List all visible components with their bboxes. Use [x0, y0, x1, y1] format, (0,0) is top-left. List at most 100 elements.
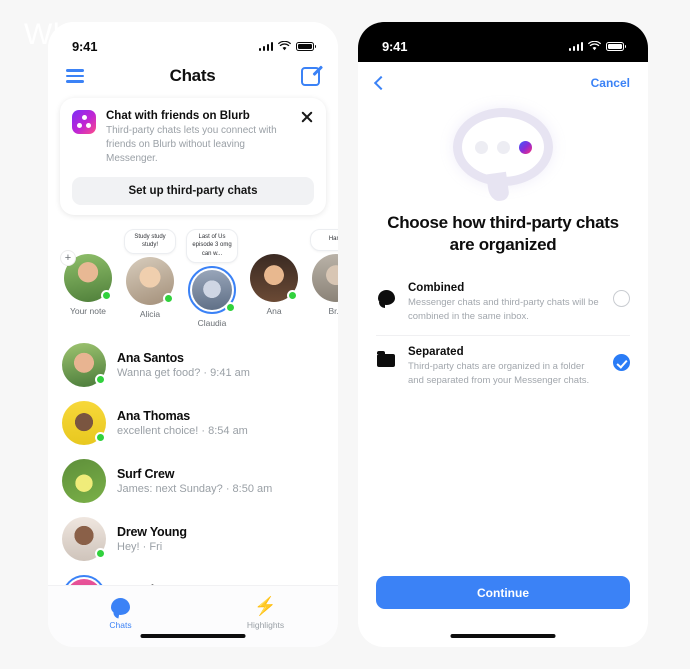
- left-phone-header: Chats: [48, 62, 338, 98]
- story-label: Ana: [266, 305, 282, 316]
- chat-preview: Wanna get food? · 9:41 am: [117, 366, 250, 379]
- options-list: Combined Messenger chats and third-party…: [358, 256, 648, 398]
- battery-icon: [606, 41, 627, 51]
- chat-list-item[interactable]: Drew Young Hey! · Fri: [48, 510, 338, 568]
- chat-name: Surf Crew: [117, 466, 175, 481]
- online-indicator: [101, 289, 112, 301]
- banner-description: Third-party chats lets you connect with …: [106, 125, 277, 165]
- banner-text-block: Chat with friends on Blurb Third-party c…: [106, 110, 290, 167]
- left-status-bar: 9:41: [48, 22, 338, 62]
- battery-icon: [296, 41, 317, 51]
- avatar-image: [62, 458, 106, 503]
- option-description: Third-party chats are organized in a fol…: [408, 360, 590, 386]
- banner-top-row: Chat with friends on Blurb Third-party c…: [72, 110, 314, 167]
- avatar: [62, 400, 106, 445]
- story-note-bubble: Hang: [310, 228, 338, 251]
- avatar-wrap: [126, 256, 174, 305]
- chat-list-item[interactable]: Surf Crew James: next Sunday? · 8:50 am: [48, 452, 338, 510]
- story-your-note[interactable]: + Your note: [60, 229, 114, 316]
- status-icons: [568, 41, 627, 51]
- hamburger-menu-icon[interactable]: [66, 69, 84, 83]
- story-label: Claudia: [197, 317, 227, 328]
- add-story-icon[interactable]: +: [60, 249, 76, 266]
- chat-name: Drew Young: [117, 524, 187, 539]
- story-label: Br...: [328, 305, 338, 316]
- avatar: [62, 342, 106, 387]
- back-chevron-icon[interactable]: [373, 75, 389, 91]
- option-separated[interactable]: Separated Third-party chats are organize…: [376, 334, 630, 399]
- lightning-bolt-icon: ⚡: [254, 596, 277, 616]
- chat-name: Ana Thomas: [117, 408, 191, 423]
- continue-button[interactable]: Continue: [376, 576, 630, 609]
- option-label: Separated: [408, 345, 464, 358]
- speech-dot-1: [474, 140, 488, 154]
- blurb-app-icon: [72, 110, 96, 134]
- compose-icon[interactable]: [300, 66, 320, 86]
- chat-bubble-icon: [376, 282, 396, 309]
- chat-list-item[interactable]: Ana Thomas excellent choice! · 8:54 am: [48, 394, 338, 452]
- story-br[interactable]: Hang Br...: [310, 228, 338, 316]
- nav-label: Chats: [109, 620, 132, 630]
- cellular-bars-icon: [258, 41, 273, 51]
- banner-title: Chat with friends on Blurb: [106, 110, 250, 122]
- page-title: Chats: [169, 66, 216, 85]
- nav-label: Highlights: [246, 620, 285, 630]
- radio-combined[interactable]: [613, 290, 630, 308]
- chat-list: Ana Santos Wanna get food? · 9:41 am Ana…: [48, 334, 338, 626]
- radio-separated[interactable]: [613, 353, 630, 371]
- nav-item-highlights[interactable]: ⚡ Highlights: [193, 596, 338, 630]
- left-phone-frame: 9:41 Chats Chat with friends on Blurb Th…: [48, 22, 338, 647]
- online-indicator: [95, 373, 106, 385]
- story-note-bubble: Last of Us episode 3 omg can w...: [186, 228, 238, 263]
- home-indicator: [140, 633, 246, 638]
- wifi-icon: [588, 41, 601, 51]
- nav-item-chats[interactable]: Chats: [48, 596, 193, 630]
- story-alicia[interactable]: Study study study! Alicia: [124, 228, 176, 319]
- option-description: Messenger chats and third-party chats wi…: [408, 297, 599, 323]
- chat-bubble-icon: [48, 596, 193, 616]
- stories-row[interactable]: + Your note Study study study! Alicia La…: [48, 215, 338, 334]
- online-indicator: [225, 301, 236, 313]
- status-icons: [258, 41, 317, 51]
- avatar-wrap: [250, 253, 298, 302]
- chat-list-item[interactable]: Ana Santos Wanna get food? · 9:41 am: [48, 336, 338, 394]
- avatar-wrap: [188, 265, 236, 314]
- cellular-bars-icon: [568, 41, 583, 51]
- status-time: 9:41: [72, 38, 98, 54]
- close-icon[interactable]: [300, 110, 314, 124]
- right-phone-frame: 9:41 Cancel Choose how third-party chats…: [358, 22, 648, 647]
- speech-bubble-icon: [453, 108, 553, 186]
- hero-illustration: [358, 108, 648, 186]
- option-label: Combined: [408, 282, 465, 295]
- blurb-promo-banner: Chat with friends on Blurb Third-party c…: [60, 98, 326, 215]
- option-combined[interactable]: Combined Messenger chats and third-party…: [376, 272, 630, 335]
- story-label: Your note: [69, 305, 107, 316]
- story-label: Alicia: [139, 308, 161, 319]
- chat-preview: James: next Sunday? · 8:50 am: [117, 482, 273, 495]
- chat-meta: Ana Thomas excellent choice! · 8:54 am: [117, 409, 324, 437]
- wifi-icon: [278, 41, 291, 51]
- right-status-bar: 9:41: [358, 22, 648, 62]
- setup-third-party-chats-button[interactable]: Set up third-party chats: [72, 176, 314, 205]
- avatar-wrap: +: [60, 249, 112, 302]
- note-spacer: [248, 229, 300, 254]
- option-text: Separated Third-party chats are organize…: [408, 346, 601, 389]
- online-indicator: [95, 547, 106, 559]
- chat-preview: excellent choice! · 8:54 am: [117, 424, 248, 437]
- folder-icon: [376, 346, 396, 367]
- right-phone-nav: Cancel: [358, 62, 648, 94]
- speech-dot-3: [518, 140, 532, 154]
- story-note-bubble: Study study study!: [124, 228, 176, 254]
- right-phone-body: Cancel Choose how third-party chats are …: [358, 62, 648, 647]
- story-claudia[interactable]: Last of Us episode 3 omg can w... Claudi…: [186, 228, 238, 328]
- avatar-wrap: [312, 253, 338, 302]
- online-indicator: [163, 292, 174, 304]
- chat-meta: Ana Santos Wanna get food? · 9:41 am: [117, 351, 324, 379]
- chat-preview: Hey! · Fri: [117, 540, 163, 553]
- story-ana[interactable]: Ana: [248, 229, 300, 316]
- home-indicator: [450, 633, 556, 638]
- avatar: [312, 253, 338, 302]
- avatar: [62, 458, 106, 503]
- online-indicator: [287, 289, 298, 301]
- cancel-button[interactable]: Cancel: [591, 76, 630, 90]
